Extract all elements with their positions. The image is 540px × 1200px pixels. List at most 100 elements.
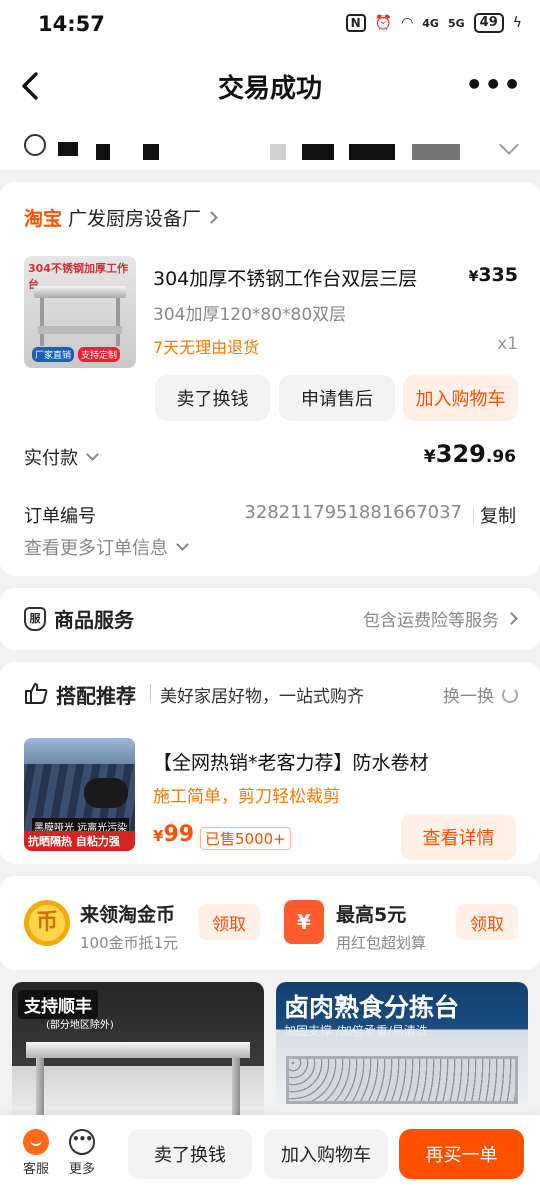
platform-logo: 淘宝 xyxy=(24,208,63,230)
thumbs-up-icon xyxy=(24,682,48,704)
sell-button[interactable]: 卖了换钱 xyxy=(128,1129,252,1179)
shop-name: 广发厨房设备厂 xyxy=(68,208,202,230)
product-price: ¥335 xyxy=(469,264,518,286)
location-icon xyxy=(24,134,46,156)
return-policy: 7天无理由退货 xyxy=(153,338,260,357)
coins-card: 币 来领淘金币 100金币抵1元 领取 ¥ 最高5元 用红包超划算 领取 xyxy=(0,876,540,970)
service-detail: 包含运费险等服务 xyxy=(363,606,518,631)
redacted-block xyxy=(302,144,334,160)
more-button[interactable]: ••• 更多 xyxy=(62,1129,102,1177)
shop-header[interactable]: 淘宝 广发厨房设备厂 xyxy=(24,204,218,231)
refresh-icon xyxy=(502,686,518,703)
signal-4g-icon: 4G xyxy=(422,16,439,30)
sf-shipping-note: (部分地区除外) xyxy=(46,1020,114,1031)
chevron-right-icon xyxy=(505,612,518,625)
address-strip[interactable] xyxy=(0,122,540,170)
product-tile[interactable]: 支持顺丰 (部分地区除外) xyxy=(12,982,264,1122)
redacted-block xyxy=(349,144,395,160)
charging-icon: ϟ xyxy=(512,15,522,31)
redacted-block xyxy=(412,144,460,160)
product-image-badges: 厂家直销 支持定制 xyxy=(32,347,121,362)
product-title[interactable]: 304加厚不锈钢工作台双层三层 xyxy=(153,264,417,291)
payment-amount: ¥329.96 xyxy=(424,440,516,468)
sell-button[interactable]: 卖了换钱 xyxy=(155,375,270,421)
add-cart-button[interactable]: 加入购物车 xyxy=(403,375,518,421)
battery-icon: 49 xyxy=(473,13,504,33)
price-value: 335 xyxy=(478,264,518,286)
sold-badge: 已售5000+ xyxy=(200,827,291,850)
redacted-block xyxy=(58,142,78,156)
customer-service-icon xyxy=(23,1129,49,1155)
chevron-down-icon xyxy=(86,448,99,461)
copy-button[interactable]: 复制 xyxy=(480,502,516,528)
tray-illustration xyxy=(286,1056,518,1104)
chevron-right-icon xyxy=(205,211,218,224)
service-detail-text: 包含运费险等服务 xyxy=(363,611,499,631)
recommend-title: 搭配推荐 xyxy=(56,684,136,708)
price-symbol: ¥ xyxy=(153,827,164,845)
refresh-label: 换一换 xyxy=(443,687,494,707)
nav-bar: 交易成功 ••• xyxy=(0,52,540,122)
coin-title: 来领淘金币 xyxy=(80,904,176,926)
more-order-info-link[interactable]: 查看更多订单信息 xyxy=(24,534,189,560)
service-row[interactable]: 服 商品服务 包含运费险等服务 xyxy=(0,588,540,650)
chevron-down-icon xyxy=(499,135,519,155)
customer-service-button[interactable]: 客服 xyxy=(16,1129,56,1177)
payment-label-text: 实付款 xyxy=(24,448,78,469)
image-badge: 厂家直销 xyxy=(32,347,75,362)
page-title: 交易成功 xyxy=(217,74,322,104)
service-title: 商品服务 xyxy=(54,608,134,632)
after-sale-button[interactable]: 申请售后 xyxy=(279,375,395,421)
recommend-card: 搭配推荐 美好家居好物，一站式购齐 换一换 黑膜哑光 远离光污染 抗晒隔热 自粘… xyxy=(0,662,540,864)
table-leg xyxy=(40,298,44,346)
refresh-button[interactable]: 换一换 xyxy=(443,682,518,707)
service-shield-icon: 服 xyxy=(24,607,46,631)
add-cart-button[interactable]: 加入购物车 xyxy=(264,1129,388,1179)
table-shelf xyxy=(38,326,122,334)
rebuy-button[interactable]: 再买一单 xyxy=(399,1129,524,1179)
coin-subtitle: 100金币抵1元 xyxy=(80,934,179,952)
price-symbol: ¥ xyxy=(468,269,479,285)
table-illustration xyxy=(34,286,126,298)
bottom-action-bar: 客服 ••• 更多 卖了换钱 加入购物车 再买一单 xyxy=(0,1115,540,1200)
more-dots-icon: ••• xyxy=(69,1129,95,1155)
recommend-price: ¥99 xyxy=(153,822,194,847)
wifi-icon: ◠ xyxy=(401,15,414,31)
redacted-block xyxy=(270,144,286,160)
product-quantity: x1 xyxy=(497,334,518,354)
payment-decimal: .96 xyxy=(485,447,516,467)
more-order-info-text: 查看更多订单信息 xyxy=(24,538,168,559)
sf-shipping-badge: 支持顺丰 xyxy=(18,990,98,1019)
image-badge: 支持定制 xyxy=(78,347,121,362)
more-label: 更多 xyxy=(68,1162,95,1177)
status-time: 14:57 xyxy=(38,12,105,36)
recommend-item-title[interactable]: 【全网热销*老客力荐】防水卷材 xyxy=(153,748,429,775)
product-tile[interactable]: 卤肉熟食分拣台 加固支撑 /加倍承重/易清洗 xyxy=(276,982,528,1122)
table-leg xyxy=(232,1058,240,1122)
nfc-icon: N xyxy=(345,14,366,32)
more-icon[interactable]: ••• xyxy=(465,68,522,101)
chevron-down-icon xyxy=(176,538,189,551)
payment-integer: 329 xyxy=(435,440,486,468)
alarm-icon: ⏰ xyxy=(374,15,393,31)
recommend-subtitle: 美好家居好物，一站式购齐 xyxy=(160,687,364,707)
red-packet-icon: ¥ xyxy=(284,900,324,944)
table-illustration xyxy=(26,1042,250,1058)
customer-service-label: 客服 xyxy=(22,1162,49,1177)
redacted-block xyxy=(96,144,110,160)
recommend-image[interactable]: 黑膜哑光 远离光污染 抗晒隔热 自粘力强 xyxy=(24,738,135,851)
product-spec: 304加厚120*80*80双层 xyxy=(153,305,347,325)
red-packet-title: 最高5元 xyxy=(336,904,407,926)
status-icons: N ⏰ ◠ 4G 5G 49 ϟ xyxy=(345,13,522,33)
view-details-button[interactable]: 查看详情 xyxy=(401,814,516,860)
red-packet-subtitle: 用红包超划算 xyxy=(336,934,427,952)
image-sky xyxy=(24,738,135,764)
table-leg xyxy=(36,1058,44,1122)
recommend-item-subtitle: 施工简单，剪刀轻松裁剪 xyxy=(153,787,340,807)
payment-label[interactable]: 实付款 xyxy=(24,444,99,470)
claim-red-packet-button[interactable]: 领取 xyxy=(456,904,518,940)
divider xyxy=(473,507,474,525)
claim-coin-button[interactable]: 领取 xyxy=(198,904,260,940)
product-image[interactable]: 304不锈钢加厚工作台 厂家直销 支持定制 xyxy=(24,256,136,368)
payment-symbol: ¥ xyxy=(423,447,436,467)
